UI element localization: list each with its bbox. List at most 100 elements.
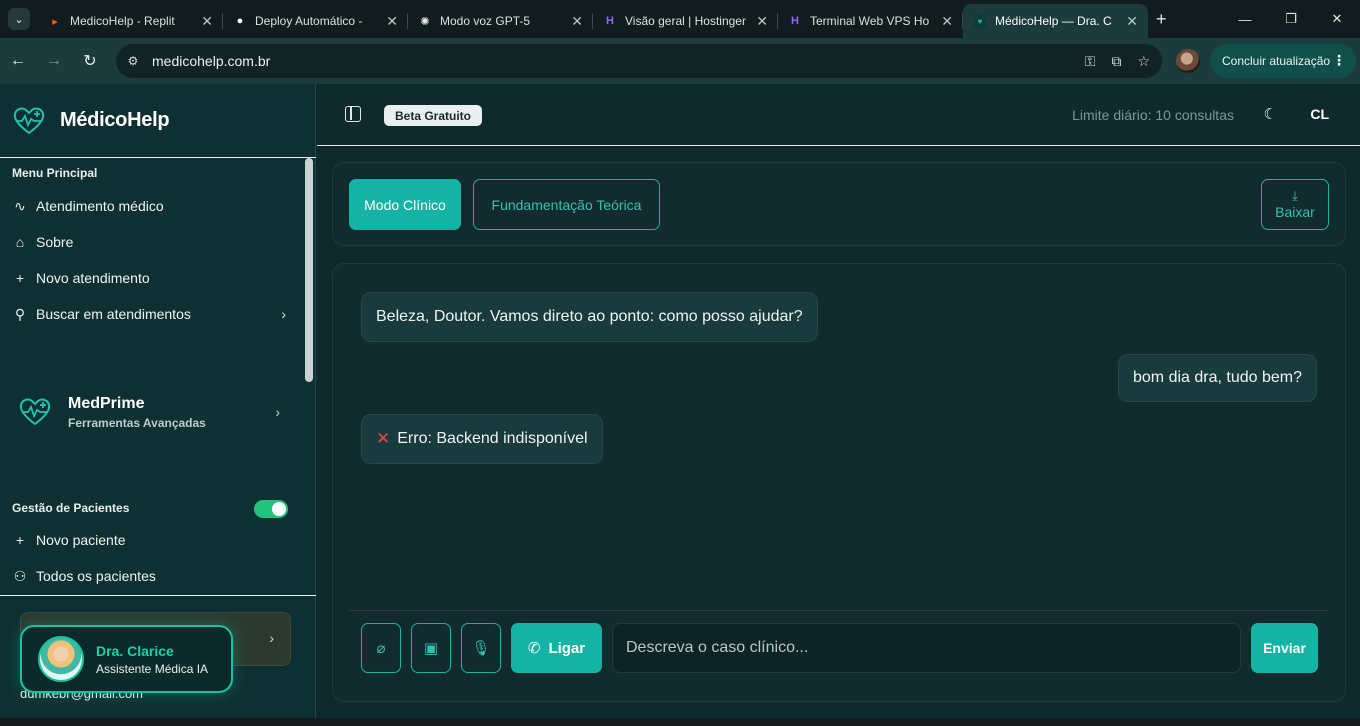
patients-section-title: Gestão de Pacientes (12, 501, 130, 515)
tab-title: MédicoHelp — Dra. C (995, 14, 1112, 28)
brand[interactable]: MédicoHelp (0, 84, 316, 158)
activity-icon: ∿ (14, 197, 26, 214)
assistant-name: Dra. Clarice (96, 642, 174, 659)
theory-mode-button[interactable]: Fundamentação Teórica (473, 179, 660, 230)
download-label: Baixar (1275, 204, 1315, 220)
close-window-icon[interactable]: ✕ (1314, 0, 1360, 38)
chevron-right-icon: › (281, 306, 286, 322)
attach-button[interactable]: ⌀ (361, 623, 401, 673)
reload-icon[interactable]: ↻ (72, 38, 108, 84)
assistant-text: Dra. Clarice Assistente Médica IA (96, 643, 208, 676)
chevron-right-icon: › (269, 630, 274, 646)
browser-tab[interactable]: ▸ MedicoHelp - Replit ✕ (38, 4, 223, 38)
assistant-role: Assistente Médica IA (96, 661, 209, 676)
assistant-avatar (38, 636, 84, 682)
sidebar-item-todos-pacientes[interactable]: ⚇ Todos os pacientes (12, 562, 290, 590)
more-vertical-icon[interactable]: ⋮ (1332, 52, 1346, 69)
sidebar-item-sobre[interactable]: ⌂ Sobre (12, 228, 290, 256)
browser-tab[interactable]: H Visão geral | Hostinger ✕ (593, 4, 778, 38)
update-button[interactable]: Concluir atualização ⋮ (1210, 44, 1356, 78)
heart-pulse-icon (19, 398, 51, 426)
address-bar-actions: ⚿ ⧉ ☆ (1085, 44, 1150, 78)
medprime-link[interactable]: MedPrime Ferramentas Avançadas › (12, 384, 290, 440)
microphone-button[interactable]: 🎙︎ (461, 623, 501, 673)
sidebar-item-buscar[interactable]: ⚲ Buscar em atendimentos › (12, 300, 290, 328)
sidebar-item-atendimento[interactable]: ∿ Atendimento médico (12, 192, 290, 220)
address-bar[interactable]: ⚙ medicohelp.com.br ⚿ ⧉ ☆ (116, 44, 1162, 78)
restore-icon[interactable]: ❐ (1268, 0, 1314, 38)
sidebar: MédicoHelp Menu Principal ∿ Atendimento … (0, 84, 316, 726)
github-icon: ● (236, 15, 244, 27)
app: MédicoHelp Menu Principal ∿ Atendimento … (0, 84, 1360, 726)
sidebar-scrollbar[interactable] (305, 158, 313, 382)
download-icon: ⤓ (1292, 188, 1298, 203)
image-upload-button[interactable]: ▣ (411, 623, 451, 673)
taskbar-edge (0, 718, 1360, 726)
back-arrow-icon[interactable]: ← (0, 38, 36, 84)
chat-panel: Beleza, Doutor. Vamos direto ao ponto: c… (332, 263, 1346, 702)
profile-avatar[interactable] (1176, 49, 1200, 73)
phone-icon: ✆ (527, 640, 541, 657)
tab-title: Visão geral | Hostinger (625, 14, 746, 28)
image-icon: ▣ (423, 640, 439, 657)
replit-icon: ▸ (52, 15, 58, 28)
new-tab-icon[interactable]: + (1156, 9, 1167, 30)
close-icon[interactable]: ✕ (386, 13, 398, 30)
clinical-mode-button[interactable]: Modo Clínico (349, 179, 461, 230)
hostinger-icon: H (791, 15, 799, 27)
user-initials[interactable]: CL (1310, 106, 1329, 122)
menu-section-title: Menu Principal (12, 166, 98, 180)
message-text: Erro: Backend indisponível (397, 430, 588, 447)
assistant-card[interactable]: Dra. Clarice Assistente Médica IA (20, 625, 233, 693)
tab-search-menu-button[interactable]: ⌄ (8, 8, 30, 30)
plus-icon: + (15, 270, 25, 286)
microphone-icon: 🎙︎ (471, 640, 491, 657)
message-input[interactable] (612, 623, 1241, 673)
browser-toolbar: ← → ↻ ⚙ medicohelp.com.br ⚿ ⧉ ☆ Concluir… (0, 38, 1360, 84)
window-controls: — ❐ ✕ (1222, 0, 1360, 38)
paperclip-icon: ⌀ (376, 640, 386, 657)
tab-title: Deploy Automático - (255, 14, 363, 28)
sidebar-item-novo-atendimento[interactable]: + Novo atendimento (12, 264, 290, 292)
sidebar-item-novo-paciente[interactable]: + Novo paciente (12, 526, 290, 554)
search-icon: ⚲ (14, 305, 26, 322)
tab-title: MedicoHelp - Replit (70, 14, 175, 28)
key-icon[interactable]: ⚿ (1085, 53, 1096, 70)
url-text: medicohelp.com.br (152, 53, 271, 69)
patients-toggle[interactable] (254, 500, 288, 518)
sidebar-item-label: Atendimento médico (36, 198, 164, 214)
assistant-message: Beleza, Doutor. Vamos direto ao ponto: c… (361, 292, 818, 342)
call-button[interactable]: ✆ Ligar (511, 623, 602, 673)
plus-icon: + (15, 532, 25, 548)
browser-tab[interactable]: ✺ Modo voz GPT-5 ✕ (408, 4, 593, 38)
install-app-icon[interactable]: ⧉ (1111, 53, 1121, 70)
browser-tab-active[interactable]: ♥ MédicoHelp — Dra. C ✕ (963, 4, 1148, 38)
send-button[interactable]: Enviar (1251, 623, 1318, 673)
forward-arrow-icon[interactable]: → (36, 38, 72, 84)
brand-name: MédicoHelp (60, 109, 170, 131)
close-icon[interactable]: ✕ (201, 13, 213, 30)
main-content: Beta Gratuito Limite diário: 10 consulta… (317, 84, 1360, 726)
bookmark-star-icon[interactable]: ☆ (1137, 53, 1150, 70)
mode-panel: Modo Clínico Fundamentação Teórica ⤓ Bai… (332, 162, 1346, 246)
chevron-right-icon: › (275, 404, 280, 420)
user-message: bom dia dra, tudo bem? (1118, 354, 1317, 402)
browser-tab[interactable]: H Terminal Web VPS Ho ✕ (778, 4, 963, 38)
sidebar-toggle-icon[interactable] (345, 106, 361, 122)
minimize-icon[interactable]: — (1222, 0, 1268, 38)
sidebar-item-label: Novo atendimento (36, 270, 150, 286)
moon-icon[interactable]: ☾ (1264, 105, 1277, 123)
daily-limit-text: Limite diário: 10 consultas (1072, 107, 1234, 123)
browser-tab[interactable]: ● Deploy Automático - ✕ (223, 4, 408, 38)
message-text: bom dia dra, tudo bem? (1133, 369, 1302, 386)
close-icon[interactable]: ✕ (571, 13, 583, 30)
openai-icon: ✺ (420, 15, 430, 28)
sidebar-item-label: Sobre (36, 234, 74, 250)
close-icon[interactable]: ✕ (1126, 13, 1138, 30)
site-settings-icon[interactable]: ⚙ (122, 50, 144, 72)
close-icon[interactable]: ✕ (756, 13, 768, 30)
close-icon[interactable]: ✕ (941, 13, 953, 30)
download-button[interactable]: ⤓ Baixar (1261, 179, 1329, 230)
call-button-label: Ligar (548, 639, 586, 657)
top-bar: Beta Gratuito Limite diário: 10 consulta… (317, 84, 1360, 146)
